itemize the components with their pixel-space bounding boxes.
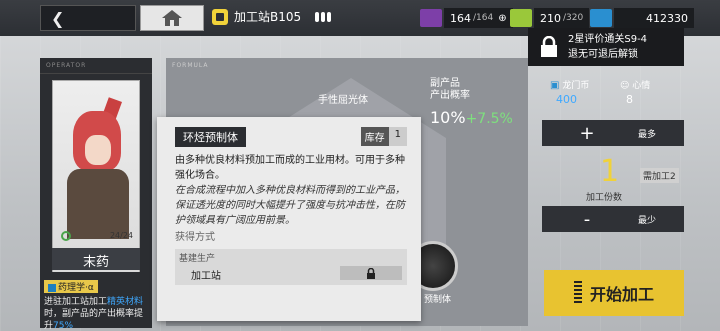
min-button[interactable]: 最少 — [638, 213, 656, 226]
coin-icon: ▣ — [550, 80, 560, 91]
mood-ring-icon — [61, 231, 71, 241]
home-icon — [162, 10, 182, 26]
formula-section-label: FORMULA — [172, 62, 209, 69]
drone-counter: 164 /164 ⊕ — [420, 7, 513, 29]
increase-button[interactable]: + 最多 — [542, 120, 684, 146]
source-entry[interactable]: 基建生产 加工站 — [175, 249, 407, 285]
skill-icon — [48, 283, 56, 292]
quantity-stepper: + 最多 1 需加工2 加工份数 - 最少 — [542, 118, 684, 232]
operator-skill: 药理学·α 进驻加工站加工精英材料时，副产品的产出概率提升75% — [40, 272, 152, 331]
lock-icon — [340, 266, 402, 280]
start-processing-button[interactable]: 开始加工 — [544, 270, 684, 316]
item-description: 由多种优良材料预加工而成的工业用材。可用于多种强化场合。 — [175, 155, 405, 181]
ticket-icon — [590, 9, 612, 27]
source-label: 获得方式 — [175, 232, 215, 243]
mood-icon: ☺ — [620, 81, 630, 91]
chevron-left-icon: ❮ — [51, 9, 65, 28]
max-button[interactable]: 最多 — [638, 127, 656, 140]
mood-cost: ☺ 心情 8 — [620, 81, 651, 106]
battery-icon — [510, 9, 532, 27]
required-count: 需加工2 — [640, 168, 679, 183]
byproduct-rate: 10%+7.5% — [430, 108, 513, 127]
item-title: 环烃预制体 — [175, 127, 246, 147]
lock-icon — [541, 36, 557, 57]
stripe-icon — [573, 281, 582, 305]
drone-icon — [420, 9, 442, 27]
currency-counter: 412330 — [590, 7, 694, 29]
unlock-notice: 2星评价通关S9-4 退无可退后解锁 — [528, 28, 684, 66]
pager-indicator[interactable] — [315, 11, 332, 22]
home-button[interactable] — [140, 5, 204, 31]
workshop-icon — [212, 8, 228, 25]
item-stock: 库存 1 — [360, 127, 407, 146]
material-slot-label: 预制体 — [424, 295, 452, 305]
quantity-label: 加工份数 — [586, 193, 623, 203]
item-tooltip: 环烃预制体 库存 1 由多种优良材料预加工而成的工业用材。可用于多种强化场合。 … — [157, 117, 421, 321]
operator-name: 末药 — [52, 248, 140, 270]
item-lore: 在合成流程中加入多种优良材料而得到的工业产品，保证透光度的同时大幅提升了强度与抗… — [175, 185, 405, 226]
add-drone-icon[interactable]: ⊕ — [498, 13, 506, 24]
storage-counter: 210 /320 — [510, 7, 590, 29]
byproduct-label: 副产品 产出概率 — [430, 78, 470, 101]
skill-tag: 药理学·α — [44, 280, 98, 293]
skill-description: 进驻加工站加工精英材料时，副产品的产出概率提升75% — [44, 297, 144, 331]
station-name: 加工站B105 — [234, 10, 302, 24]
operator-level: 24/24 — [57, 231, 137, 243]
product-name[interactable]: 手性屈光体 — [318, 91, 368, 106]
operator-section-label: OPERATOR — [40, 58, 152, 74]
station-title: 加工站B105 — [212, 8, 332, 25]
back-button[interactable]: ❮ — [40, 5, 136, 31]
decrease-button[interactable]: - 最少 — [542, 206, 684, 232]
cost-stats: ▣ 龙门币 400 ☺ 心情 8 — [540, 78, 684, 114]
lmd-cost: ▣ 龙门币 400 — [550, 80, 590, 106]
quantity-value: 1 — [600, 154, 620, 189]
